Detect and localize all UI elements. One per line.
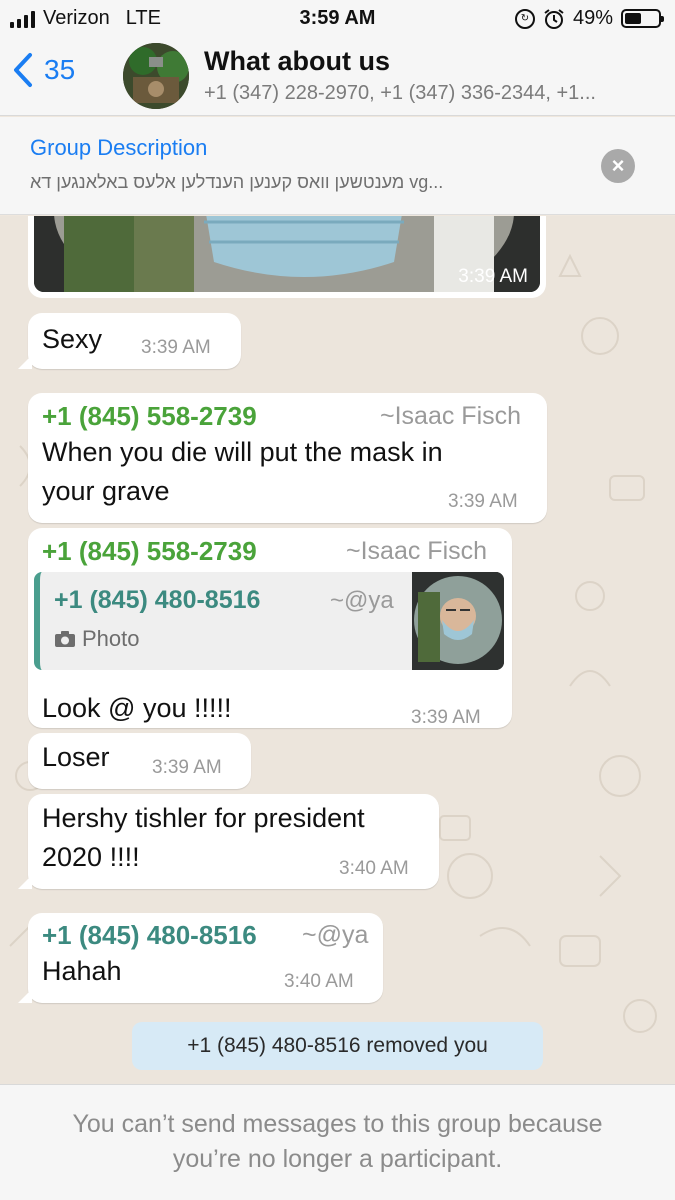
battery-fill <box>625 13 641 24</box>
unread-count: 35 <box>44 54 76 85</box>
photo-time: 3:39 AM <box>458 266 528 287</box>
message-text-line2: 2020 !!!! <box>42 842 140 872</box>
orientation-lock-icon: ↻ <box>514 8 535 29</box>
sender-pushname: ~Isaac Fisch <box>380 402 522 430</box>
photo-message[interactable]: 3:39 AM <box>28 216 546 298</box>
message-bubble-sexy[interactable]: Sexy 3:39 AM <box>18 313 241 369</box>
description-text: מענטשען וואס קענען הענדלען אלעס באלאנגען… <box>30 172 444 192</box>
group-avatar[interactable] <box>123 43 189 109</box>
quoted-sender: +1 (845) 480-8516 <box>54 586 261 614</box>
quoted-photo-label: Photo <box>54 626 140 652</box>
description-title: Group Description <box>30 135 208 160</box>
quoted-pushname: ~@ya <box>330 587 394 614</box>
footer-line-2: you’re no longer a participant. <box>172 1145 503 1173</box>
back-button[interactable]: 35 <box>12 52 75 88</box>
status-right: ↻ 49% <box>514 7 664 30</box>
message-bubble-mask[interactable]: +1 (845) 558-2739 ~Isaac Fisch When you … <box>28 393 547 523</box>
message-bubble-reply[interactable]: +1 (845) 558-2739 ~Isaac Fisch +1 (845) … <box>28 528 512 728</box>
footer-notice: You can’t send messages to this group be… <box>30 1107 645 1177</box>
no-participant-footer: You can’t send messages to this group be… <box>0 1084 675 1200</box>
sender-pushname: ~@ya <box>302 921 369 949</box>
quoted-photo-text: Photo <box>82 626 140 651</box>
alarm-icon <box>544 8 564 29</box>
close-icon[interactable]: × <box>601 149 635 183</box>
message-time: 3:39 AM <box>448 491 518 512</box>
system-message: +1 (845) 480-8516 removed you <box>132 1022 543 1070</box>
group-title[interactable]: What about us <box>204 46 390 77</box>
message-bubble-loser[interactable]: Loser 3:39 AM <box>28 733 251 789</box>
sender-phone[interactable]: +1 (845) 558-2739 <box>42 401 257 432</box>
battery-icon <box>621 9 664 28</box>
battery-percent: 49% <box>572 7 613 29</box>
status-bar: Verizon LTE 3:59 AM ↻ 49% <box>0 0 675 38</box>
message-text-line1: Hershy tishler for president <box>42 803 365 833</box>
message-text-line2: your grave <box>42 476 170 506</box>
sender-phone[interactable]: +1 (845) 558-2739 <box>42 536 257 567</box>
message-bubble-hershy[interactable]: Hershy tishler for president 2020 !!!! 3… <box>18 794 439 889</box>
message-time: 3:39 AM <box>141 337 211 358</box>
sender-pushname: ~Isaac Fisch <box>346 537 488 565</box>
message-text: Sexy <box>42 324 103 354</box>
group-description-banner[interactable]: Group Description מענטשען וואס קענען הענ… <box>0 117 675 215</box>
group-members[interactable]: +1 (347) 228-2970, +1 (347) 336-2344, +1… <box>204 82 664 105</box>
message-text: Loser <box>42 742 110 772</box>
message-time: 3:39 AM <box>411 707 481 728</box>
footer-line-1: You can’t send messages to this group be… <box>72 1110 603 1138</box>
quoted-photo-thumbnail <box>412 572 504 670</box>
chat-header: 35 What about us +1 (347) 228-2970, +1 (… <box>0 38 675 116</box>
camera-icon <box>55 631 75 647</box>
photo-image[interactable]: 3:39 AM <box>34 216 540 292</box>
chevron-left-icon <box>14 53 32 87</box>
message-text: Hahah <box>42 956 122 986</box>
quoted-message[interactable]: +1 (845) 480-8516 ~@ya Photo <box>34 572 504 670</box>
message-time: 3:40 AM <box>284 971 354 992</box>
message-bubble-hahah[interactable]: +1 (845) 480-8516 ~@ya Hahah 3:40 AM <box>18 913 383 1003</box>
chat-area[interactable]: 3:39 AM Sexy 3:39 AM +1 (845) 558-2739 ~… <box>0 216 675 1084</box>
message-time: 3:39 AM <box>152 757 222 778</box>
message-text: Look @ you !!!!! <box>42 693 232 723</box>
message-text-line1: When you die will put the mask in <box>42 437 443 467</box>
sender-phone[interactable]: +1 (845) 480-8516 <box>42 920 257 951</box>
message-time: 3:40 AM <box>339 858 409 879</box>
